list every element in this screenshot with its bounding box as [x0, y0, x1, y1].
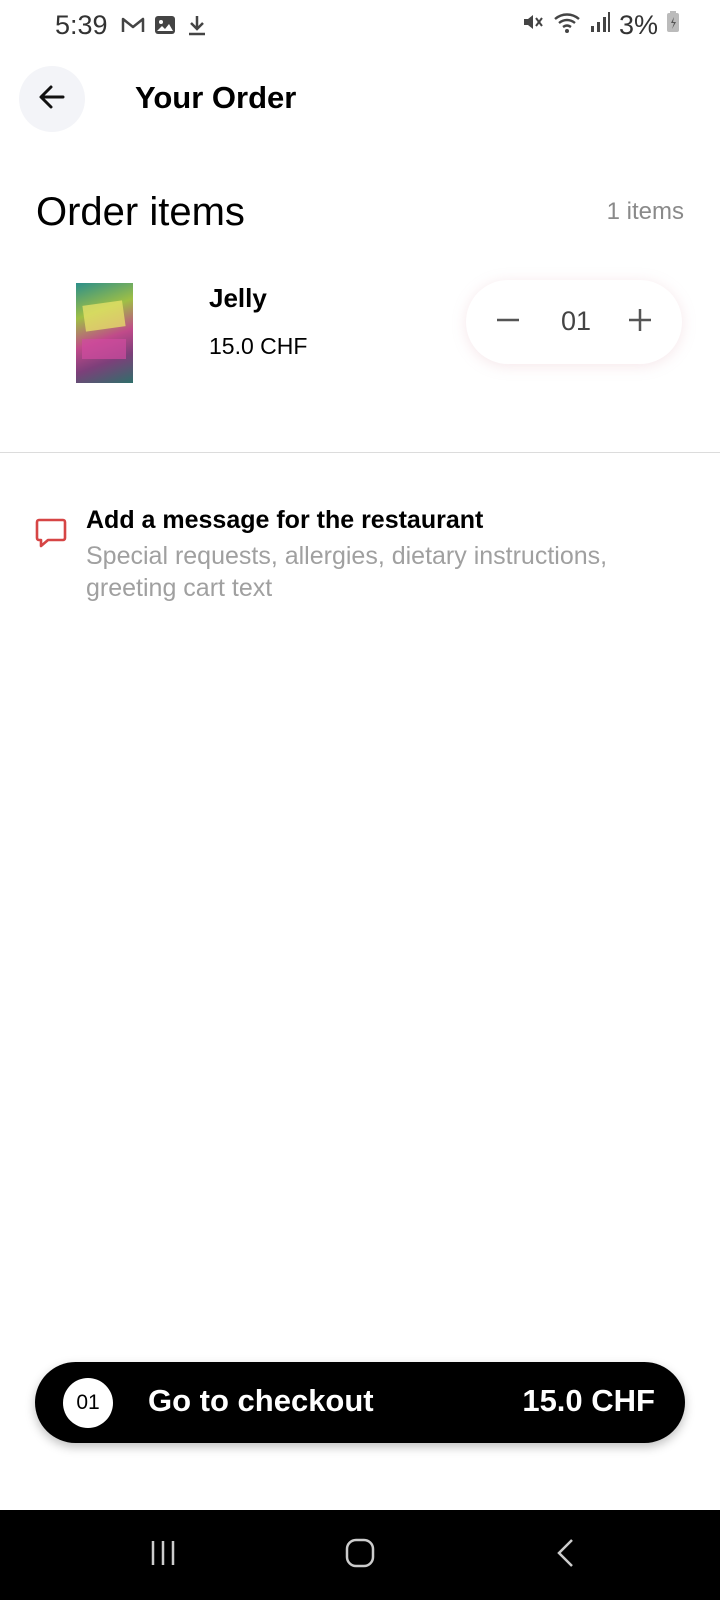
- checkout-item-count: 01: [63, 1378, 113, 1428]
- gallery-icon: [152, 12, 178, 43]
- arrow-left-icon: [35, 80, 69, 119]
- mute-icon: [521, 10, 545, 41]
- checkout-label: Go to checkout: [148, 1383, 374, 1418]
- system-back-button[interactable]: [507, 1510, 627, 1600]
- wifi-icon: [553, 10, 581, 41]
- recent-apps-icon: [146, 1536, 180, 1575]
- checkout-total: 15.0 CHF: [522, 1383, 655, 1418]
- download-icon: [184, 12, 210, 43]
- back-icon: [550, 1536, 584, 1575]
- plus-icon: [627, 307, 653, 338]
- items-count: 1 items: [606, 198, 684, 225]
- page-title: Your Order: [135, 80, 297, 115]
- item-price: 15.0 CHF: [209, 333, 308, 359]
- quantity-stepper: 01: [466, 280, 682, 364]
- checkout-button[interactable]: 01 Go to checkout 15.0 CHF: [35, 1362, 685, 1443]
- back-button[interactable]: [19, 66, 85, 132]
- recent-apps-button[interactable]: [103, 1510, 223, 1600]
- home-button[interactable]: [300, 1510, 420, 1600]
- status-left-icons: [120, 12, 210, 43]
- minus-icon: [495, 307, 521, 338]
- item-thumbnail: [76, 283, 133, 383]
- add-message-row[interactable]: Add a message for the restaurant Special…: [0, 500, 720, 610]
- divider: [0, 452, 720, 453]
- status-time: 5:39: [55, 10, 108, 40]
- battery-icon: [666, 10, 680, 41]
- signal-icon: [589, 10, 611, 41]
- chat-bubble-icon: [34, 516, 68, 555]
- navigation-bar: [0, 1510, 720, 1600]
- increase-quantity-button[interactable]: [616, 296, 664, 348]
- item-name: Jelly: [209, 283, 267, 313]
- decrease-quantity-button[interactable]: [484, 296, 532, 348]
- quantity-value: 01: [560, 306, 592, 336]
- status-right: 3%: [521, 10, 680, 41]
- section-title: Order items: [36, 190, 245, 234]
- status-bar: 5:39 3%: [0, 0, 720, 52]
- gmail-icon: [120, 12, 146, 43]
- battery-percent: 3%: [618, 10, 658, 40]
- home-icon: [343, 1536, 377, 1575]
- message-title: Add a message for the restaurant: [86, 506, 484, 534]
- message-subtitle: Special requests, allergies, dietary ins…: [86, 542, 608, 602]
